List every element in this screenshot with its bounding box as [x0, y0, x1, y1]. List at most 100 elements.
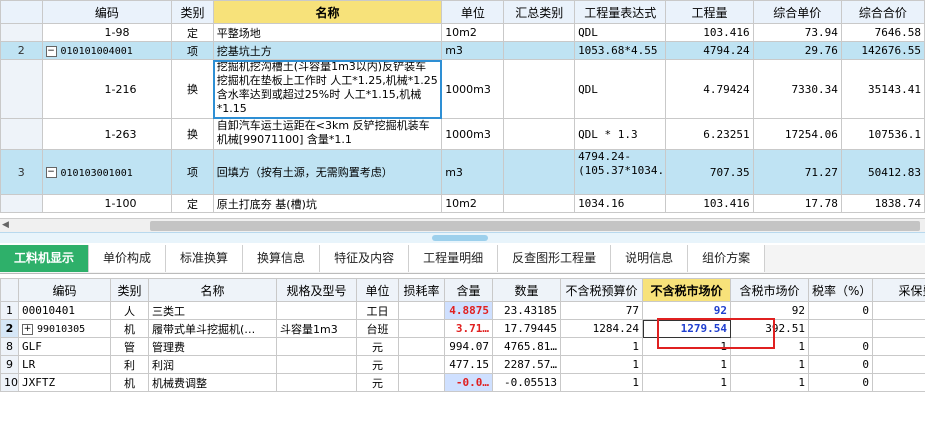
header-market-price[interactable]: 不含税市场价 — [642, 278, 731, 302]
tab-material-machine[interactable]: 工料机显示 — [0, 245, 90, 272]
header-loss-rate[interactable]: 损耗率 — [398, 278, 445, 302]
tab-conversion-info[interactable]: 换算信息 — [243, 245, 321, 272]
scroll-left-icon[interactable]: ◀ — [2, 220, 9, 230]
cell-type[interactable]: 换 — [171, 59, 214, 119]
table-row[interactable]: 9 LR 利 利润 元 477.15 2287.57… 1 1 1 0 — [0, 355, 925, 374]
cell-sum[interactable] — [503, 23, 576, 42]
cell-qty[interactable]: 4765.81… — [492, 337, 561, 356]
header-procurement-fee[interactable]: 采保费 — [872, 278, 925, 302]
cell-taxmarket[interactable]: 1 — [730, 355, 809, 374]
cell-market[interactable]: 1 — [642, 373, 731, 392]
cell-code[interactable]: −010101004001 — [41, 41, 173, 60]
cell-loss[interactable] — [398, 373, 445, 392]
cell-rate[interactable]: 0 — [808, 355, 873, 374]
cell-qty[interactable]: 17.79445 — [492, 319, 561, 338]
cell-code[interactable]: 1-263 — [41, 118, 173, 150]
cell-total[interactable]: 35143.41 — [840, 59, 925, 119]
cell-total[interactable]: 7646.58 — [840, 23, 925, 42]
header-content[interactable]: 含量 — [444, 278, 493, 302]
splitter-grip-icon[interactable] — [432, 235, 488, 241]
cell-sum[interactable] — [503, 118, 576, 150]
cell-unit[interactable]: 元 — [356, 337, 399, 356]
cell-unit[interactable]: m3 — [441, 149, 505, 195]
cell-type[interactable]: 换 — [171, 118, 214, 150]
cell-qty[interactable]: 707.35 — [665, 149, 754, 195]
tab-pricing-scheme[interactable]: 组价方案 — [688, 245, 766, 272]
cell-qty[interactable]: 2287.57… — [492, 355, 561, 374]
cell-name-editing[interactable]: 挖掘机挖沟槽土(斗容量1m3以内)反铲装车 挖掘机在垫板上工作时 人工*1.25… — [212, 59, 443, 119]
cell-type[interactable]: 机 — [110, 373, 149, 392]
cell-type[interactable]: 定 — [171, 194, 214, 213]
cell-sum[interactable] — [503, 41, 576, 60]
table-row[interactable]: 1 00010401 人 三类工 工日 4.8875 23.43185 77 9… — [0, 301, 925, 320]
cell-code[interactable]: GLF — [18, 337, 111, 356]
cell-unit[interactable]: 元 — [356, 355, 399, 374]
table-row[interactable]: 1-98 定 平整场地 10m2 QDL 103.416 73.94 7646.… — [0, 23, 925, 42]
collapse-icon[interactable]: − — [45, 45, 57, 57]
cell-code[interactable]: LR — [18, 355, 111, 374]
cell-content[interactable]: 3.71… — [444, 319, 493, 338]
cell-qty[interactable]: 23.43185 — [492, 301, 561, 320]
cell-unit[interactable]: 1000m3 — [441, 59, 505, 119]
cell-qty[interactable]: 6.23251 — [665, 118, 754, 150]
cell-type[interactable]: 人 — [110, 301, 149, 320]
tab-quantity-detail[interactable]: 工程量明细 — [409, 245, 499, 272]
header-name[interactable]: 名称 — [212, 0, 443, 24]
header-type[interactable]: 类别 — [171, 0, 214, 24]
cell-type[interactable]: 机 — [110, 319, 149, 338]
cell-name[interactable]: 利润 — [148, 355, 277, 374]
cell-name[interactable]: 平整场地 — [212, 23, 443, 42]
table-row[interactable]: 2 +99010305 机 履带式单斗挖掘机(… 斗容量1m3 台班 3.71…… — [0, 319, 925, 338]
cell-name[interactable]: 回填方（按有土源，无需购置考虑） — [212, 149, 443, 195]
cell-code[interactable]: 1-216 — [41, 59, 173, 119]
cell-code[interactable]: 00010401 — [18, 301, 111, 320]
table-row[interactable]: 1-263 换 自卸汽车运土运距在<3km 反铲挖掘机装车 机械[9907110… — [0, 118, 925, 150]
cell-sum[interactable] — [503, 194, 576, 213]
cell-total[interactable]: 1838.74 — [840, 194, 925, 213]
horizontal-scrollbar[interactable]: ◀ — [0, 218, 925, 233]
header-tax-market-price[interactable]: 含税市场价 — [730, 278, 809, 302]
cell-qty[interactable]: 103.416 — [665, 23, 754, 42]
cell-procurement[interactable] — [872, 319, 925, 338]
cell-expr[interactable]: QDL * 1.3 — [574, 118, 667, 150]
cell-budget[interactable]: 1 — [560, 337, 643, 356]
cell-content[interactable]: 4.8875 — [444, 301, 493, 320]
cell-rate[interactable]: 0 — [808, 373, 873, 392]
cell-total[interactable]: 142676.55 — [840, 41, 925, 60]
cell-taxmarket[interactable]: 1 — [730, 373, 809, 392]
tab-standard-conversion[interactable]: 标准换算 — [166, 245, 244, 272]
header-expression[interactable]: 工程量表达式 — [574, 0, 667, 24]
cell-code[interactable]: JXFTZ — [18, 373, 111, 392]
cell-budget[interactable]: 1 — [560, 355, 643, 374]
cell-type[interactable]: 项 — [171, 41, 214, 60]
scrollbar-thumb[interactable] — [150, 221, 920, 231]
cell-price[interactable]: 73.94 — [752, 23, 842, 42]
cell-expr[interactable]: QDL — [574, 59, 667, 119]
cell-sum[interactable] — [503, 149, 576, 195]
tab-features-content[interactable]: 特征及内容 — [320, 245, 410, 272]
cell-spec[interactable] — [276, 301, 357, 320]
cell-qty[interactable]: 4.79424 — [665, 59, 754, 119]
cell-procurement[interactable] — [872, 373, 925, 392]
table-row[interactable]: 8 GLF 管 管理费 元 994.07 4765.81… 1 1 1 0 — [0, 337, 925, 356]
cell-rate[interactable]: 0 — [808, 301, 873, 320]
cell-sum[interactable] — [503, 59, 576, 119]
cell-content[interactable]: 994.07 — [444, 337, 493, 356]
collapse-icon[interactable]: − — [45, 167, 57, 178]
cell-content[interactable]: -0.0… — [444, 373, 493, 392]
cell-spec[interactable] — [276, 373, 357, 392]
cell-type[interactable]: 定 — [171, 23, 214, 42]
cell-name[interactable]: 原土打底夯 基(槽)坑 — [212, 194, 443, 213]
cell-type[interactable]: 利 — [110, 355, 149, 374]
cell-qty[interactable]: -0.05513 — [492, 373, 561, 392]
cell-price[interactable]: 29.76 — [752, 41, 842, 60]
cell-expr[interactable]: 1053.68*4.55 — [574, 41, 667, 60]
cell-price[interactable]: 7330.34 — [752, 59, 842, 119]
cell-total[interactable]: 107536.1 — [840, 118, 925, 150]
header-sum-category[interactable]: 汇总类别 — [503, 0, 576, 24]
cell-loss[interactable] — [398, 301, 445, 320]
cell-name[interactable]: 挖基坑土方 — [212, 41, 443, 60]
cell-unit[interactable]: 元 — [356, 373, 399, 392]
cell-taxmarket[interactable]: 92 — [730, 301, 809, 320]
cell-budget[interactable]: 1284.24 — [560, 319, 643, 338]
